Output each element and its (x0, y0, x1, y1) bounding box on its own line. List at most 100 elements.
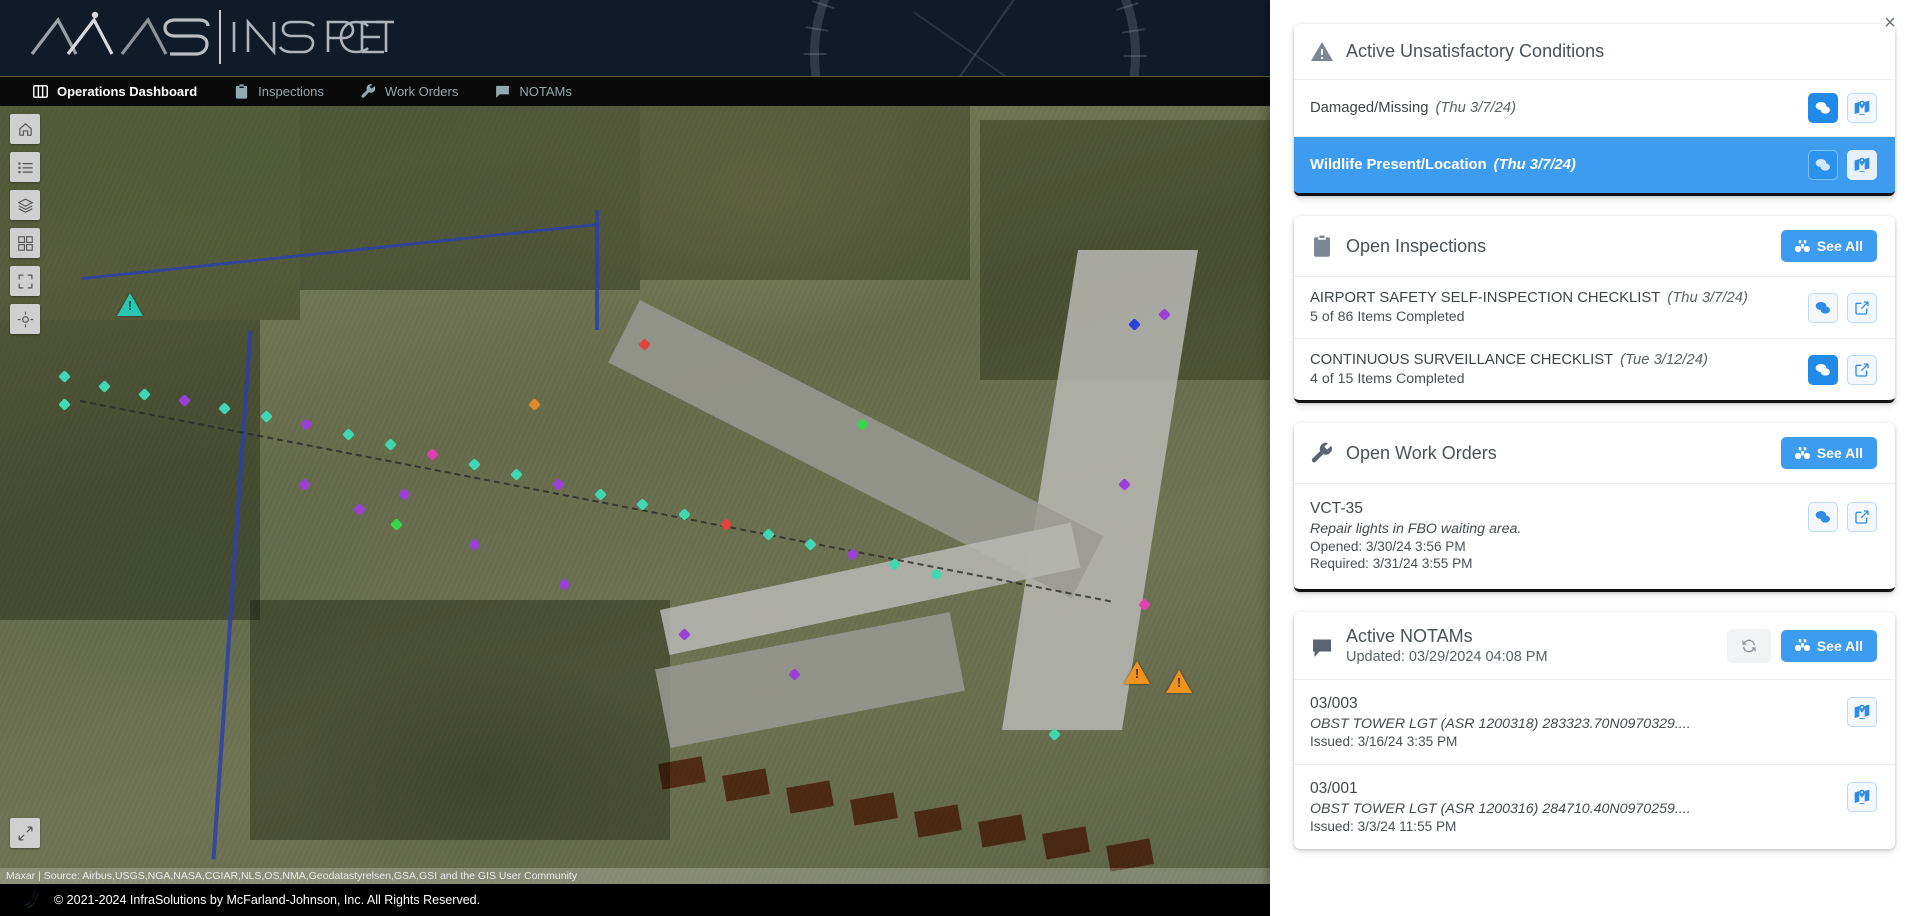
unsat-label: Damaged/Missing (1310, 100, 1429, 116)
basemap-grid-icon (17, 235, 34, 252)
panel-scroll-area[interactable]: Active Unsatisfactory Conditions Damaged… (1270, 0, 1919, 916)
home-icon-button[interactable] (10, 114, 40, 144)
binoculars-icon (1794, 446, 1810, 461)
edit-button[interactable] (1847, 354, 1877, 385)
notam-id: 03/001 (1310, 780, 1358, 797)
locate-icon-button[interactable] (10, 304, 40, 334)
nav-item-work-orders[interactable]: Work Orders (346, 77, 472, 107)
speech-bubble-icon (494, 83, 511, 100)
see-all-notams-button[interactable]: See All (1780, 629, 1877, 662)
inspection-title: AIRPORT SAFETY SELF-INSPECTION CHECKLIST (1310, 290, 1661, 306)
card-title: Active Unsatisfactory Conditions (1346, 41, 1605, 61)
map-parcel (250, 600, 670, 840)
clipboard-icon (1310, 234, 1334, 258)
card-title: Open Inspections (1346, 235, 1487, 256)
map-marker-icon (1854, 100, 1870, 116)
inspection-row[interactable]: CONTINUOUS SURVEILLANCE CHECKLIST (Tue 3/… (1294, 339, 1895, 400)
unsat-row[interactable]: Damaged/Missing (Thu 3/7/24) (1294, 80, 1895, 137)
map-perimeter-line (595, 210, 599, 330)
locate-icon (17, 311, 34, 328)
comments-button[interactable] (1808, 292, 1838, 323)
see-all-work-orders-button[interactable]: See All (1780, 437, 1877, 469)
nav-item-operations-dashboard[interactable]: Operations Dashboard (18, 77, 211, 107)
see-all-inspections-button[interactable]: See All (1780, 230, 1877, 262)
map-parcel (0, 100, 300, 320)
work-order-required: Required: 3/31/24 3:55 PM (1310, 556, 1473, 571)
close-icon[interactable]: × (1877, 10, 1903, 36)
fullscreen-icon-button[interactable] (10, 266, 40, 296)
card-header: Open Inspections See All (1294, 216, 1895, 277)
map-marker-icon (1854, 704, 1870, 720)
unsat-label: Wildlife Present/Location (1310, 157, 1487, 173)
inspection-date: (Thu 3/7/24) (1667, 290, 1748, 306)
map-marker-button[interactable] (1847, 782, 1877, 812)
inspection-title: CONTINUOUS SURVEILLANCE CHECKLIST (1310, 352, 1614, 368)
refresh-button[interactable] (1726, 628, 1771, 663)
map-parcel (300, 90, 640, 290)
notam-row[interactable]: 03/001 OBST TOWER LGT (ASR 1200316) 2847… (1294, 765, 1895, 849)
map-canvas[interactable]: ! ! ! (0, 0, 1270, 916)
comments-icon (1815, 300, 1831, 316)
fullscreen-icon (17, 273, 34, 290)
card-header: Active Unsatisfactory Conditions (1294, 24, 1895, 80)
map-marker-button[interactable] (1847, 150, 1877, 180)
map-parcel (640, 100, 970, 280)
map-warning-marker[interactable]: ! (1166, 670, 1192, 693)
comments-icon (1815, 100, 1831, 116)
unsat-row[interactable]: Wildlife Present/Location (Thu 3/7/24) (1294, 137, 1895, 193)
edit-icon (1854, 300, 1870, 316)
see-all-label: See All (1816, 637, 1863, 654)
app-header (0, 0, 1270, 76)
edit-icon (1854, 362, 1870, 378)
see-all-label: See All (1816, 238, 1863, 254)
warning-triangle-icon (1310, 40, 1334, 64)
map-warning-marker[interactable]: ! (117, 293, 143, 316)
unsat-date: (Thu 3/7/24) (1435, 100, 1517, 116)
nav-item-inspections[interactable]: Inspections (219, 77, 338, 107)
comments-button[interactable] (1808, 354, 1838, 385)
map-toolbar-bottom (10, 818, 40, 856)
dashboard-panel: × Active Unsatisfactory Conditions Damag… (1270, 0, 1919, 916)
comments-icon (1815, 362, 1831, 378)
notam-text: OBST TOWER LGT (ASR 1200318) 283323.70N0… (1310, 716, 1691, 732)
refresh-icon (1741, 638, 1757, 654)
map-marker-button[interactable] (1847, 93, 1877, 123)
card-open-inspections: Open Inspections See All AIRPORT SAFETY … (1294, 216, 1895, 403)
map-toolbar (10, 114, 40, 342)
notam-row[interactable]: 03/003 OBST TOWER LGT (ASR 1200318) 2833… (1294, 680, 1895, 765)
inspection-row[interactable]: AIRPORT SAFETY SELF-INSPECTION CHECKLIST… (1294, 277, 1895, 339)
edit-button[interactable] (1847, 502, 1877, 532)
see-all-label: See All (1816, 445, 1863, 461)
comments-button[interactable] (1808, 93, 1838, 123)
work-order-row[interactable]: VCT-35 Repair lights in FBO waiting area… (1294, 484, 1895, 589)
nav-item-notams[interactable]: NOTAMs (480, 77, 585, 107)
inspection-date: (Tue 3/12/24) (1620, 352, 1708, 368)
map-attribution: Maxar | Source: Airbus,USGS,NGA,NASA,CGI… (0, 868, 1270, 884)
expand-panel-icon (17, 825, 34, 842)
map-warning-marker[interactable]: ! (1124, 661, 1150, 684)
notams-updated: Updated: 03/29/2024 04:08 PM (1346, 649, 1548, 665)
app-logo[interactable] (24, 6, 394, 68)
map-marker-button[interactable] (1847, 697, 1877, 727)
notam-id: 03/003 (1310, 695, 1358, 712)
nav-label: Operations Dashboard (57, 84, 198, 99)
home-icon (17, 121, 34, 138)
wrench-icon (1310, 441, 1334, 465)
nav-label: NOTAMs (519, 84, 572, 99)
card-unsatisfactory-conditions: Active Unsatisfactory Conditions Damaged… (1294, 24, 1895, 196)
card-header: Active NOTAMs Updated: 03/29/2024 04:08 … (1294, 612, 1895, 680)
card-title: Active NOTAMs (1346, 626, 1473, 646)
expand-panel-icon-button[interactable] (10, 818, 40, 848)
legend-list-icon-button[interactable] (10, 152, 40, 182)
comments-icon (1815, 509, 1831, 525)
basemap-grid-icon-button[interactable] (10, 228, 40, 258)
nav-label: Inspections (258, 84, 324, 99)
comments-button[interactable] (1808, 150, 1838, 180)
comments-button[interactable] (1808, 502, 1838, 532)
work-order-id: VCT-35 (1310, 500, 1363, 517)
clipboard-icon (233, 83, 250, 100)
map-marker-icon (1854, 789, 1870, 805)
comments-icon (1815, 157, 1831, 173)
layers-icon-button[interactable] (10, 190, 40, 220)
edit-button[interactable] (1847, 292, 1877, 323)
